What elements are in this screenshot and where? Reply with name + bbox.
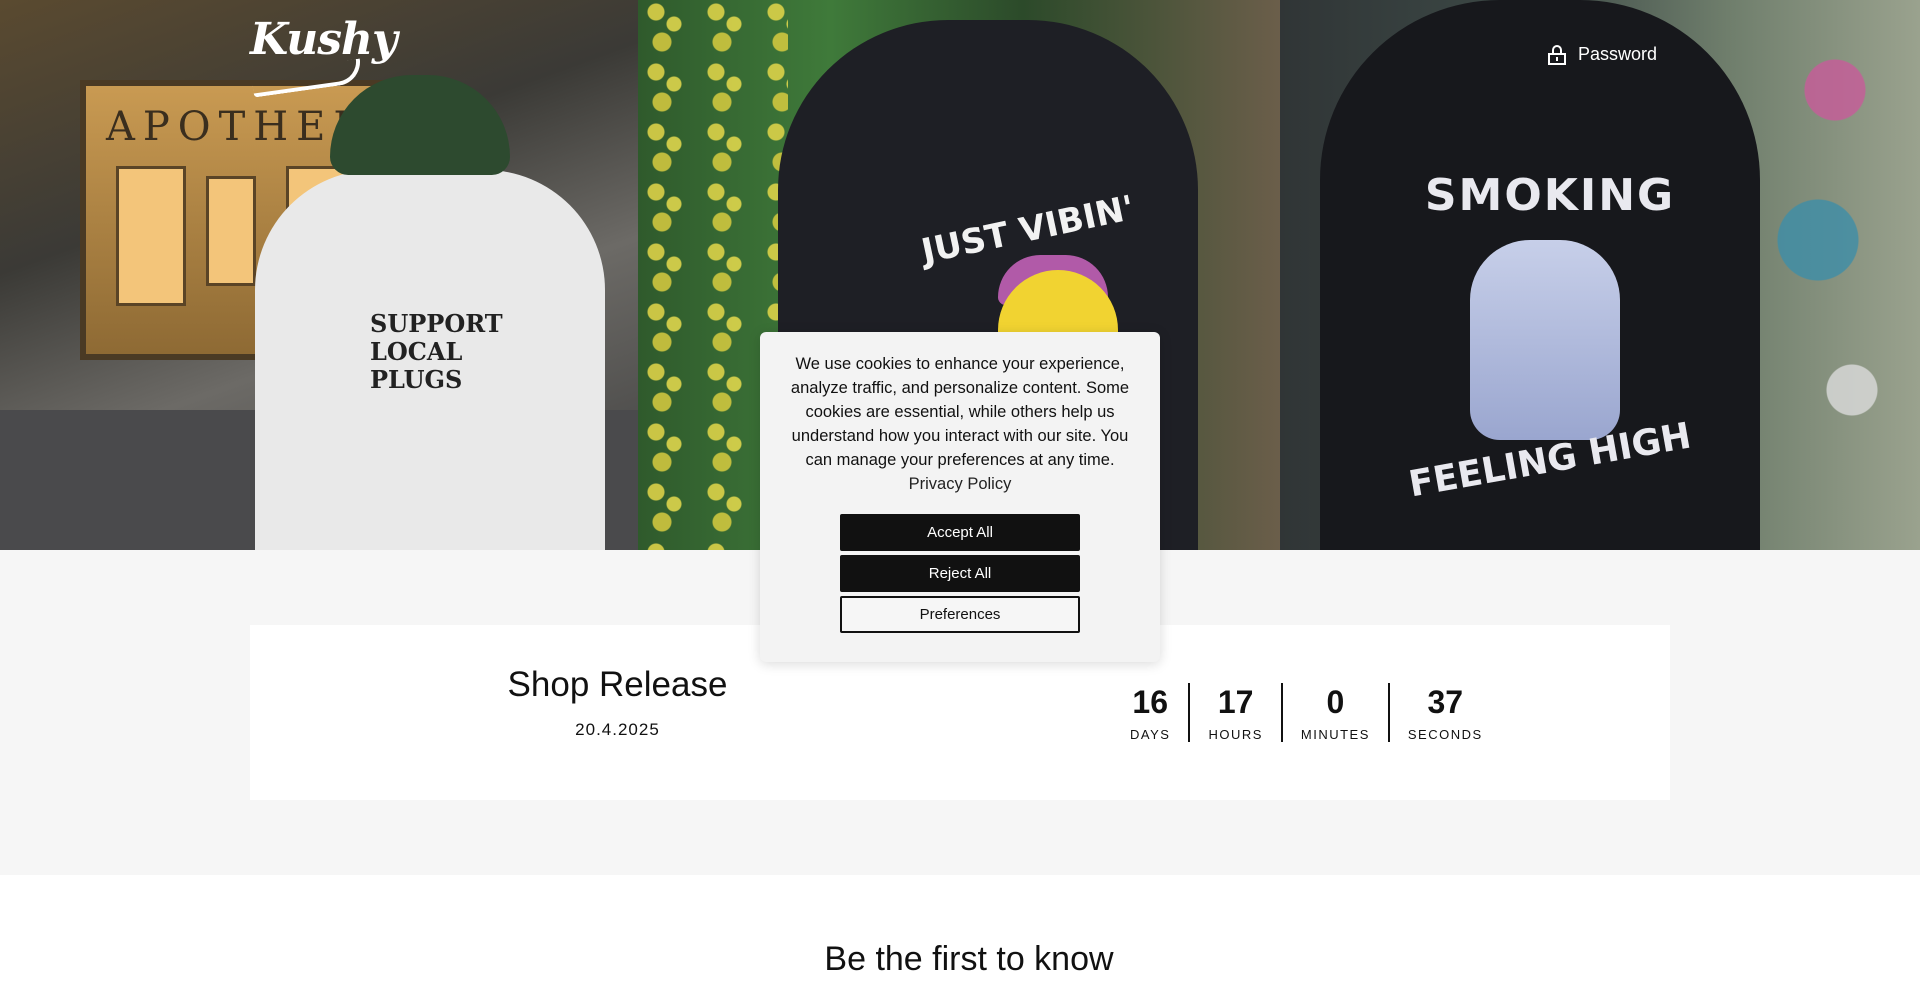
newsletter-heading: Be the first to know xyxy=(824,940,1114,978)
cookie-text: We use cookies to enhance your experienc… xyxy=(786,352,1134,496)
shirt-print-text: SUPPORT LOCAL PLUGS xyxy=(370,309,503,394)
lock-icon xyxy=(1548,44,1566,65)
password-link[interactable]: Password xyxy=(1548,44,1657,65)
privacy-policy-link[interactable]: Privacy Policy xyxy=(909,475,1012,493)
password-label: Password xyxy=(1578,44,1658,64)
countdown-label: SECONDS xyxy=(1407,727,1483,742)
preferences-button[interactable]: Preferences xyxy=(840,596,1080,633)
brand-logo-text: Kushy xyxy=(250,14,398,65)
countdown-value: 16 xyxy=(1132,684,1169,720)
accept-all-button[interactable]: Accept All xyxy=(840,514,1080,551)
hoodie-print-top: SMOKING xyxy=(1424,170,1676,221)
countdown-seconds: 37 SECONDS xyxy=(1387,683,1501,742)
cookie-banner: We use cookies to enhance your experienc… xyxy=(760,332,1160,662)
hero-image-right: SMOKING FEELING HIGH xyxy=(1280,0,1920,550)
countdown-timer: 16 DAYS 17 HOURS 0 MINUTES 37 SECONDS xyxy=(1130,683,1501,742)
countdown-value: 17 xyxy=(1217,684,1254,720)
countdown-label: MINUTES xyxy=(1300,727,1370,742)
countdown-label: DAYS xyxy=(1130,727,1171,742)
cookie-message: We use cookies to enhance your experienc… xyxy=(790,355,1130,469)
release-title: Shop Release xyxy=(507,665,728,704)
hoodie-figure-graphic xyxy=(1470,240,1620,440)
countdown-label: HOURS xyxy=(1208,727,1263,742)
countdown-value: 37 xyxy=(1427,684,1464,720)
countdown-hours: 17 HOURS xyxy=(1188,683,1280,742)
countdown-value: 0 xyxy=(1326,684,1345,720)
countdown-minutes: 0 MINUTES xyxy=(1280,683,1388,742)
brand-logo[interactable]: Kushy xyxy=(250,14,398,98)
graffiti-wall xyxy=(1750,40,1920,540)
release-date: 20.4.2025 xyxy=(575,720,660,739)
reject-all-button[interactable]: Reject All xyxy=(840,555,1080,592)
countdown-days: 16 DAYS xyxy=(1130,683,1188,742)
